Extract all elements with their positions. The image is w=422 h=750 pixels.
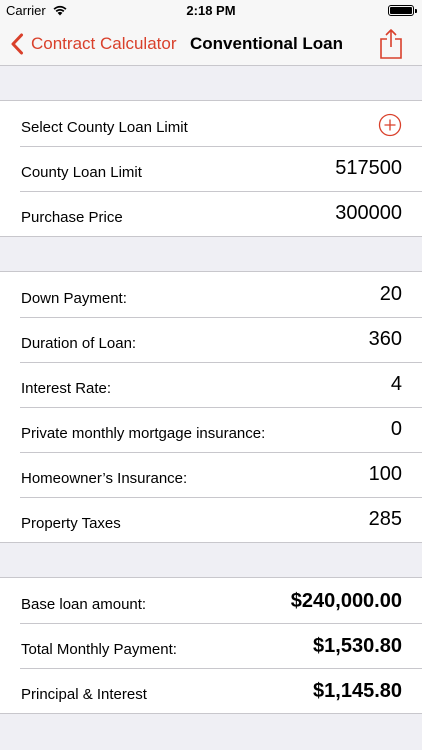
interest-rate-label: Interest Rate:	[21, 380, 112, 397]
homeowners-insurance-field[interactable]: 100	[369, 463, 402, 486]
total-monthly-label: Total Monthly Payment:	[21, 641, 177, 658]
down-payment-label: Down Payment:	[21, 290, 127, 307]
base-loan-row: Base loan amount: $240,000.00	[0, 578, 422, 623]
principal-interest-value: $1,145.80	[313, 680, 402, 702]
county-limit-label: County Loan Limit	[21, 164, 142, 181]
principal-interest-row: Principal & Interest $1,145.80	[0, 668, 422, 713]
property-taxes-row: Property Taxes 285	[0, 497, 422, 542]
duration-row: Duration of Loan: 360	[0, 317, 422, 362]
status-time: 2:18 PM	[186, 3, 236, 18]
pmi-field[interactable]: 0	[391, 418, 402, 441]
back-button[interactable]: Contract Calculator	[10, 32, 177, 56]
pmi-row: Private monthly mortgage insurance: 0	[0, 407, 422, 452]
homeowners-insurance-label: Homeowner’s Insurance:	[21, 470, 188, 487]
share-icon[interactable]	[378, 28, 404, 60]
county-section: Select County Loan Limit County Loan Lim…	[0, 100, 422, 237]
duration-field[interactable]: 360	[369, 328, 402, 351]
down-payment-field[interactable]: 20	[380, 283, 402, 306]
purchase-price-row: Purchase Price 300000	[0, 191, 422, 236]
base-loan-value: $240,000.00	[290, 590, 402, 612]
select-county-label: Select County Loan Limit	[21, 119, 188, 136]
base-loan-label: Base loan amount:	[21, 596, 147, 613]
results-section: Base loan amount: $240,000.00 Total Mont…	[0, 577, 422, 714]
select-county-row[interactable]: Select County Loan Limit	[0, 101, 422, 146]
navigation-bar: Contract Calculator Conventional Loan	[0, 22, 422, 66]
back-label: Contract Calculator	[31, 34, 177, 53]
purchase-price-field[interactable]: 300000	[335, 202, 402, 225]
status-bar: Carrier 2:18 PM	[0, 0, 422, 22]
total-monthly-row: Total Monthly Payment: $1,530.80	[0, 623, 422, 668]
add-circle-icon[interactable]	[378, 113, 402, 137]
chevron-left-icon	[11, 33, 23, 55]
loan-terms-section: Down Payment: 20 Duration of Loan: 360 I…	[0, 271, 422, 543]
duration-label: Duration of Loan:	[21, 335, 137, 352]
county-limit-field[interactable]: 517500	[335, 157, 402, 180]
principal-interest-label: Principal & Interest	[21, 686, 147, 703]
down-payment-row: Down Payment: 20	[0, 272, 422, 317]
interest-rate-field[interactable]: 4	[391, 373, 402, 396]
page-title: Conventional Loan	[190, 34, 343, 53]
battery-icon	[388, 5, 417, 16]
property-taxes-field[interactable]: 285	[369, 508, 402, 531]
property-taxes-label: Property Taxes	[21, 515, 121, 532]
homeowners-insurance-row: Homeowner’s Insurance: 100	[0, 452, 422, 497]
purchase-price-label: Purchase Price	[21, 209, 123, 226]
total-monthly-value: $1,530.80	[313, 635, 402, 657]
interest-rate-row: Interest Rate: 4	[0, 362, 422, 407]
county-limit-row: County Loan Limit 517500	[0, 146, 422, 191]
pmi-label: Private monthly mortgage insurance:	[21, 425, 266, 442]
